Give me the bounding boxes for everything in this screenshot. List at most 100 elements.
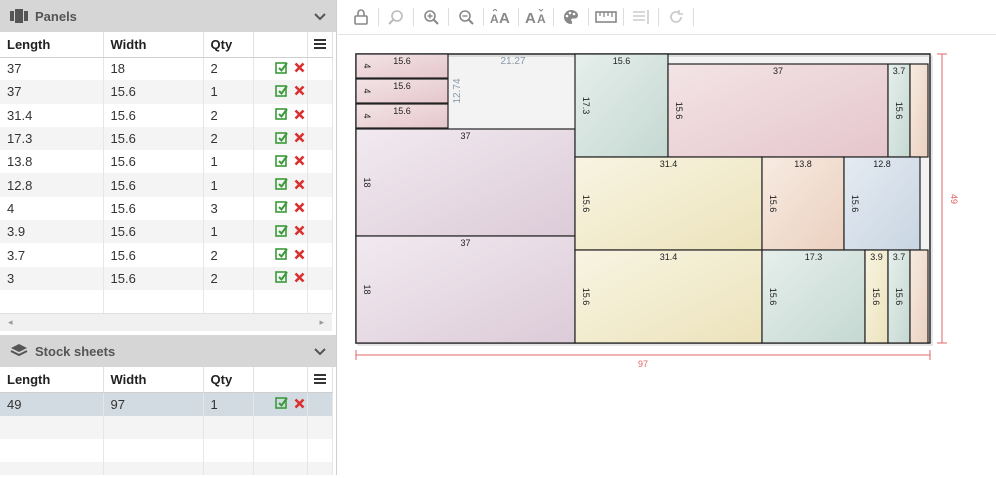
cut-piece[interactable] <box>909 63 929 158</box>
cut-piece-rect[interactable] <box>909 63 929 158</box>
col-qty[interactable]: Qty <box>203 367 254 393</box>
delete-icon[interactable] <box>294 397 305 412</box>
delete-icon[interactable] <box>294 61 305 76</box>
delete-icon[interactable] <box>294 271 305 286</box>
font-decrease-icon[interactable]: AA <box>523 4 549 30</box>
cell-length[interactable]: 3 <box>0 266 104 290</box>
cut-piece-rect[interactable] <box>574 156 763 251</box>
table-row[interactable]: 37 18 2 <box>0 57 333 81</box>
delete-icon[interactable] <box>294 178 305 193</box>
cut-piece-rect[interactable] <box>574 249 763 344</box>
cell-width[interactable]: 15.6 <box>103 173 204 197</box>
col-length[interactable]: Length <box>0 32 104 58</box>
edit-check-icon[interactable] <box>274 200 288 216</box>
cut-piece-rect[interactable] <box>909 249 929 344</box>
cut-piece[interactable]: 37 18 <box>355 128 576 237</box>
delete-icon[interactable] <box>294 131 305 146</box>
ruler-icon[interactable] <box>593 4 619 30</box>
cell-length[interactable]: 3.7 <box>0 243 104 267</box>
scroll-right-icon[interactable]: ▸ <box>319 317 324 328</box>
edit-check-icon[interactable] <box>274 247 288 263</box>
cell-width[interactable]: 97 <box>103 392 204 416</box>
refresh-icon[interactable] <box>663 4 689 30</box>
cell-length[interactable]: 31.4 <box>0 103 104 127</box>
table-row[interactable]: 31.4 15.6 2 <box>0 103 333 127</box>
cell-qty[interactable]: 2 <box>203 243 254 267</box>
delete-icon[interactable] <box>294 108 305 123</box>
cell-qty[interactable]: 2 <box>203 103 254 127</box>
cell-width[interactable]: 15.6 <box>103 220 204 244</box>
edit-check-icon[interactable] <box>274 396 288 412</box>
cut-piece[interactable]: 3.7 15.6 <box>887 63 911 158</box>
cut-piece-rect[interactable] <box>355 128 576 237</box>
cut-piece[interactable]: 37 18 <box>355 235 576 344</box>
cell-qty[interactable]: 1 <box>203 150 254 174</box>
zoom-reset-icon[interactable] <box>383 4 409 30</box>
edit-check-icon[interactable] <box>274 270 288 286</box>
delete-icon[interactable] <box>294 201 305 216</box>
edit-check-icon[interactable] <box>274 154 288 170</box>
cell-width[interactable]: 15.6 <box>103 80 204 104</box>
panels-header[interactable]: Panels <box>0 0 336 32</box>
cell-qty[interactable]: 2 <box>203 266 254 290</box>
delete-icon[interactable] <box>294 84 305 99</box>
table-row[interactable]: 3.7 15.6 2 <box>0 243 333 267</box>
col-length[interactable]: Length <box>0 367 104 393</box>
col-qty[interactable]: Qty <box>203 32 254 58</box>
cut-piece-rect[interactable] <box>355 235 576 344</box>
cell-length[interactable]: 17.3 <box>0 126 104 151</box>
list-icon[interactable] <box>628 4 654 30</box>
cell-length[interactable]: 37 <box>0 80 104 104</box>
cell-width[interactable]: 15.6 <box>103 243 204 267</box>
cut-piece[interactable]: 17.3 15.6 <box>761 249 866 344</box>
zoom-in-icon[interactable] <box>418 4 444 30</box>
table-row[interactable]: 3 15.6 2 <box>0 266 333 290</box>
cell-width[interactable]: 15.6 <box>103 103 204 127</box>
table-row[interactable]: 17.3 15.6 2 <box>0 126 333 151</box>
cell-length[interactable]: 37 <box>0 57 104 81</box>
delete-icon[interactable] <box>294 154 305 169</box>
edit-check-icon[interactable] <box>274 84 288 100</box>
cut-piece[interactable]: 37 15.6 <box>667 63 889 158</box>
cell-qty[interactable]: 1 <box>203 392 254 416</box>
cell-qty[interactable]: 2 <box>203 126 254 151</box>
cell-qty[interactable]: 1 <box>203 173 254 197</box>
delete-icon[interactable] <box>294 224 305 239</box>
edit-check-icon[interactable] <box>274 177 288 193</box>
cell-qty[interactable]: 1 <box>203 220 254 244</box>
cut-piece[interactable]: 3.7 15.6 <box>887 249 911 344</box>
horizontal-scrollbar[interactable]: ◂ ▸ <box>0 313 332 332</box>
cut-piece[interactable]: 31.4 15.6 <box>574 156 763 251</box>
stock-header[interactable]: Stock sheets <box>0 335 336 368</box>
chevron-down-icon[interactable] <box>314 9 326 24</box>
cut-piece[interactable]: 3.9 15.6 <box>864 249 889 344</box>
cut-piece[interactable]: 15.64 <box>355 103 449 129</box>
chevron-down-icon[interactable] <box>314 344 326 359</box>
table-row[interactable]: 37 15.6 1 <box>0 80 333 104</box>
table-row[interactable]: 12.8 15.6 1 <box>0 173 333 197</box>
column-menu-icon[interactable] <box>307 367 333 393</box>
cut-piece[interactable]: 15.64 <box>355 78 449 104</box>
cell-length[interactable]: 13.8 <box>0 150 104 174</box>
zoom-out-icon[interactable] <box>453 4 479 30</box>
cell-qty[interactable]: 1 <box>203 80 254 104</box>
table-row[interactable]: 49 97 1 <box>0 392 333 416</box>
cut-piece[interactable]: 15.64 <box>355 53 449 79</box>
delete-icon[interactable] <box>294 248 305 263</box>
cell-width[interactable]: 15.6 <box>103 150 204 174</box>
edit-check-icon[interactable] <box>274 224 288 240</box>
cut-piece[interactable]: 31.4 15.6 <box>574 249 763 344</box>
edit-check-icon[interactable] <box>274 107 288 123</box>
table-row[interactable]: 4 15.6 3 <box>0 196 333 221</box>
font-increase-icon[interactable]: AA <box>488 4 514 30</box>
cut-piece[interactable]: 15.6 17.3 <box>574 53 669 158</box>
cell-width[interactable]: 15.6 <box>103 126 204 151</box>
cut-piece[interactable]: 13.8 15.6 <box>761 156 845 251</box>
scroll-left-icon[interactable]: ◂ <box>8 317 13 328</box>
edit-check-icon[interactable] <box>274 61 288 77</box>
cell-length[interactable]: 49 <box>0 392 104 416</box>
cut-piece[interactable] <box>909 249 929 344</box>
palette-icon[interactable] <box>558 4 584 30</box>
cell-length[interactable]: 3.9 <box>0 220 104 244</box>
cut-piece-rect[interactable] <box>667 63 889 158</box>
